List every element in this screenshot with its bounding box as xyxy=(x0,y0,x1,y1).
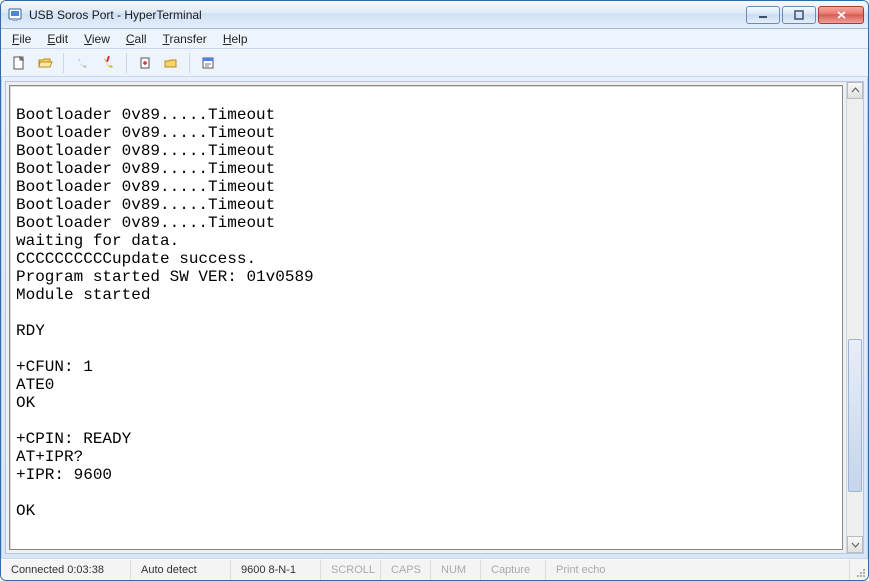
status-num: NUM xyxy=(431,559,481,580)
toolbar xyxy=(1,49,868,77)
menu-file[interactable]: File xyxy=(5,31,38,47)
vertical-scrollbar[interactable] xyxy=(846,82,863,553)
properties-button[interactable] xyxy=(196,52,220,74)
chevron-up-icon xyxy=(851,86,860,95)
app-icon xyxy=(7,7,23,23)
scroll-track[interactable] xyxy=(847,99,863,536)
toolbar-separator xyxy=(189,53,190,73)
status-caps: CAPS xyxy=(381,559,431,580)
status-autodetect: Auto detect xyxy=(131,559,231,580)
menu-call[interactable]: Call xyxy=(119,31,154,47)
call-button xyxy=(70,52,94,74)
status-bar: Connected 0:03:38 Auto detect 9600 8-N-1… xyxy=(1,558,868,580)
menu-bar: File Edit View Call Transfer Help xyxy=(1,29,868,49)
menu-view[interactable]: View xyxy=(77,31,117,47)
status-scroll: SCROLL xyxy=(321,559,381,580)
open-button[interactable] xyxy=(33,52,57,74)
resize-grip[interactable] xyxy=(850,559,868,580)
menu-edit[interactable]: Edit xyxy=(40,31,75,47)
menu-help[interactable]: Help xyxy=(216,31,255,47)
receive-file-icon xyxy=(163,55,179,71)
maximize-button[interactable] xyxy=(782,6,816,24)
new-connection-button[interactable] xyxy=(7,52,31,74)
window-frame: USB Soros Port - HyperTerminal File Edit… xyxy=(0,0,869,581)
toolbar-separator xyxy=(126,53,127,73)
chevron-down-icon xyxy=(851,540,860,549)
send-file-icon xyxy=(137,55,153,71)
window-title: USB Soros Port - HyperTerminal xyxy=(29,8,746,22)
scroll-up-button[interactable] xyxy=(847,82,863,99)
minimize-button[interactable] xyxy=(746,6,780,24)
scroll-down-button[interactable] xyxy=(847,536,863,553)
phone-icon xyxy=(74,55,90,71)
status-connected: Connected 0:03:38 xyxy=(1,559,131,580)
document-icon xyxy=(11,55,27,71)
phone-hangup-icon xyxy=(100,55,116,71)
status-serial: 9600 8-N-1 xyxy=(231,559,321,580)
titlebar[interactable]: USB Soros Port - HyperTerminal xyxy=(1,1,868,29)
terminal-frame: Bootloader 0v89.....Timeout Bootloader 0… xyxy=(9,85,843,550)
scroll-thumb[interactable] xyxy=(848,339,862,492)
menu-transfer[interactable]: Transfer xyxy=(156,31,214,47)
window-controls xyxy=(746,6,864,24)
send-file-button[interactable] xyxy=(133,52,157,74)
properties-icon xyxy=(200,55,216,71)
terminal-output[interactable]: Bootloader 0v89.....Timeout Bootloader 0… xyxy=(10,86,842,549)
grip-icon xyxy=(854,566,866,578)
status-printecho: Print echo xyxy=(546,559,850,580)
receive-file-button[interactable] xyxy=(159,52,183,74)
status-capture: Capture xyxy=(481,559,546,580)
toolbar-separator xyxy=(63,53,64,73)
folder-open-icon xyxy=(37,55,53,71)
client-area: Bootloader 0v89.....Timeout Bootloader 0… xyxy=(5,81,864,554)
close-button[interactable] xyxy=(818,6,864,24)
disconnect-button[interactable] xyxy=(96,52,120,74)
